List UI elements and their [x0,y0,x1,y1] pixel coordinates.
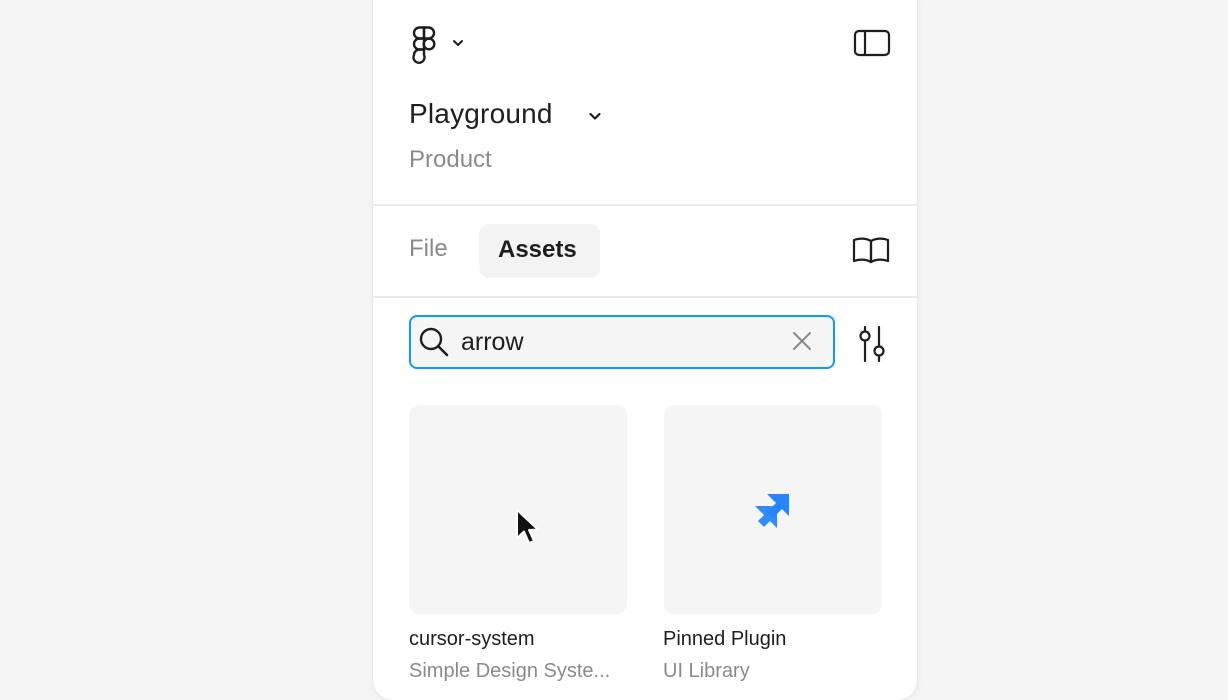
library-book-icon[interactable] [852,235,890,265]
double-chevron-icon [755,494,789,528]
tabs-divider [373,296,917,298]
tab-file[interactable]: File [409,235,448,263]
filter-sliders-icon[interactable] [857,324,887,364]
result-card-title[interactable]: cursor-system [409,628,535,651]
project-title[interactable]: Playground [409,98,553,130]
search-icon [419,327,449,357]
header-divider [373,204,917,206]
figma-logo-icon[interactable] [409,26,437,64]
result-card-subtitle: Simple Design Syste... [409,660,611,682]
cursor-arrow-icon [516,509,539,544]
search-input[interactable] [461,325,771,359]
clear-search-icon[interactable] [791,330,813,352]
tab-assets-label[interactable]: Assets [498,236,577,264]
chevron-down-icon[interactable] [451,36,465,50]
project-chevron-down-icon[interactable] [587,108,603,124]
team-name: Product [409,146,492,173]
result-card-title[interactable]: Pinned Plugin [663,628,786,651]
sidebar-toggle-icon[interactable] [853,28,891,58]
assets-panel: Playground Product File Assets cursor-sy… [373,0,917,700]
result-card-subtitle: UI Library [663,660,750,682]
